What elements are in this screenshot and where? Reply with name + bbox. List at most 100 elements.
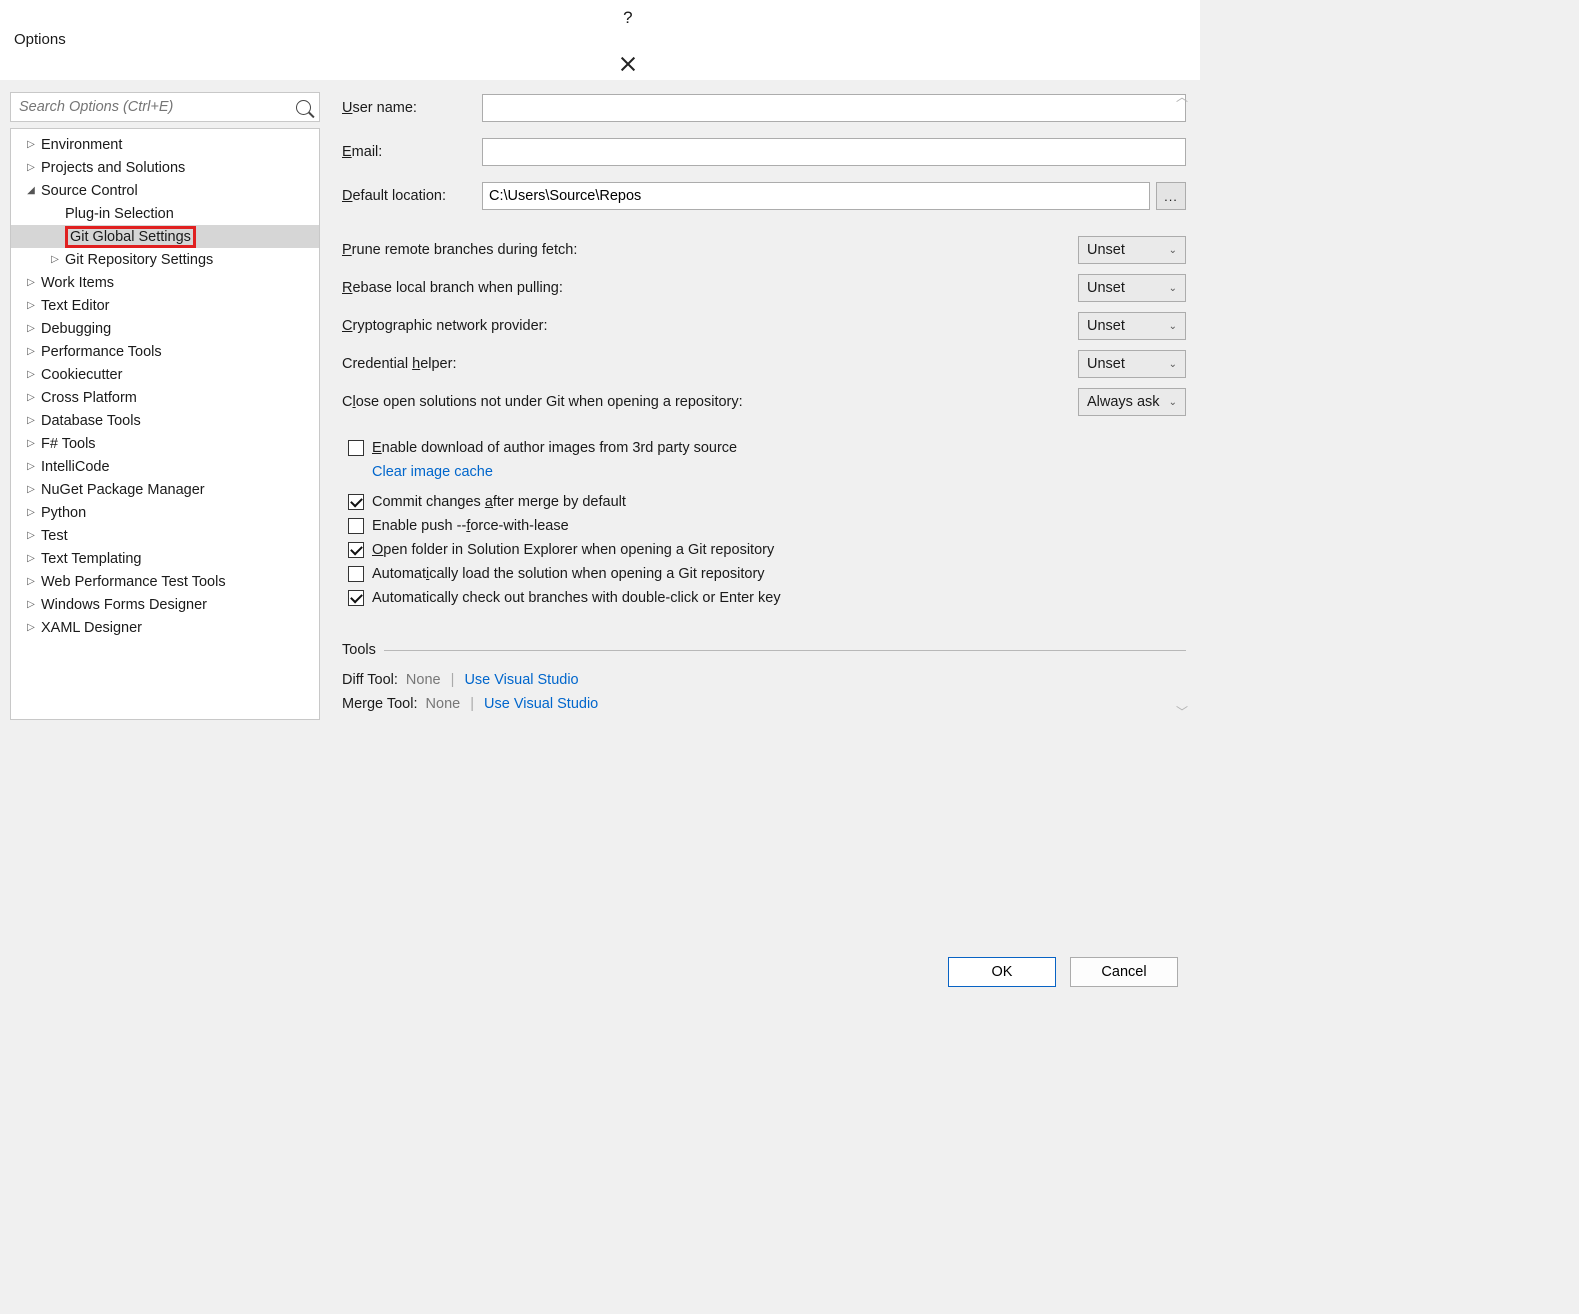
tree-item[interactable]: ◢Source Control	[11, 179, 319, 202]
cancel-button[interactable]: Cancel	[1070, 957, 1178, 987]
tree-item[interactable]: ▷ Text Templating	[11, 547, 319, 570]
tree-item-label: Git Global Settings	[65, 226, 196, 248]
tree-item-label: Plug-in Selection	[65, 206, 174, 222]
commit-after-merge-checkbox[interactable]	[348, 494, 364, 510]
chevron-down-icon: ⌄	[1169, 397, 1177, 408]
chevron-right-icon: ▷	[25, 622, 37, 633]
tree-item[interactable]: ▷ Windows Forms Designer	[11, 593, 319, 616]
chevron-right-icon: ▷	[25, 484, 37, 495]
chevron-down-icon: ⌄	[1169, 245, 1177, 256]
tree-item[interactable]: ▷ F# Tools	[11, 432, 319, 455]
tree-item[interactable]: Plug-in Selection	[11, 202, 319, 225]
default-location-label: Default location:	[342, 188, 482, 204]
tree-item[interactable]: ▷ Projects and Solutions	[11, 156, 319, 179]
tree-item-label: Cross Platform	[41, 390, 137, 406]
scroll-up-icon[interactable]: ︿	[1176, 88, 1188, 105]
tree-item[interactable]: ▷ NuGet Package Manager	[11, 478, 319, 501]
clear-image-cache-link[interactable]: Clear image cache	[372, 464, 493, 480]
chevron-right-icon: ▷	[25, 323, 37, 334]
prune-label: Prune remote branches during fetch:	[342, 242, 1078, 258]
chevron-right-icon: ▷	[25, 599, 37, 610]
close-solutions-label: Close open solutions not under Git when …	[342, 394, 1078, 410]
diff-tool-row: Diff Tool: None | Use Visual Studio	[342, 672, 1186, 688]
diff-tool-value: None	[406, 672, 441, 688]
chevron-right-icon: ▷	[25, 438, 37, 449]
close-icon[interactable]	[620, 56, 636, 72]
close-solutions-select[interactable]: Always ask⌄	[1078, 388, 1186, 416]
default-location-input[interactable]	[482, 182, 1150, 210]
options-tree[interactable]: ▷Environment▷Projects and Solutions◢Sour…	[10, 128, 320, 720]
tree-item-label: Windows Forms Designer	[41, 597, 207, 613]
chevron-right-icon: ▷	[25, 346, 37, 357]
credential-helper-label: Credential helper:	[342, 356, 1078, 372]
tree-item-label: Projects and Solutions	[41, 160, 185, 176]
email-label: Email:	[342, 144, 482, 160]
chevron-right-icon: ▷	[25, 277, 37, 288]
tree-item-label: Web Performance Test Tools	[41, 574, 226, 590]
chevron-right-icon: ▷	[25, 576, 37, 587]
tree-item[interactable]: ▷ Git Repository Settings	[11, 248, 319, 271]
tree-item[interactable]: ▷ Work Items	[11, 271, 319, 294]
tree-item[interactable]: ▷ IntelliCode	[11, 455, 319, 478]
tree-item-label: Environment	[41, 137, 122, 153]
tree-item[interactable]: ▷ Performance Tools	[11, 340, 319, 363]
tree-item[interactable]: ▷ XAML Designer	[11, 616, 319, 639]
tree-item[interactable]: ▷ Web Performance Test Tools	[11, 570, 319, 593]
tree-item-label: NuGet Package Manager	[41, 482, 205, 498]
push-force-checkbox[interactable]	[348, 518, 364, 534]
credential-helper-select[interactable]: Unset⌄	[1078, 350, 1186, 378]
chevron-right-icon: ▷	[25, 415, 37, 426]
auto-load-solution-checkbox[interactable]	[348, 566, 364, 582]
tree-item-label: Text Templating	[41, 551, 141, 567]
tree-item-label: Debugging	[41, 321, 111, 337]
browse-button[interactable]: ...	[1156, 182, 1186, 210]
tree-item-label: XAML Designer	[41, 620, 142, 636]
dialog-title: Options	[14, 31, 66, 48]
tree-item[interactable]: ▷Text Editor	[11, 294, 319, 317]
tree-item[interactable]: ▷Cross Platform	[11, 386, 319, 409]
chevron-right-icon: ▷	[25, 507, 37, 518]
chevron-right-icon: ▷	[25, 162, 37, 173]
scroll-down-icon[interactable]: ﹀	[1176, 703, 1188, 720]
chevron-right-icon: ▷	[49, 254, 61, 265]
username-label: User name:	[342, 100, 482, 116]
chevron-right-icon: ▷	[25, 553, 37, 564]
commit-after-merge-label: Commit changes after merge by default	[372, 494, 626, 510]
merge-tool-value: None	[426, 696, 461, 712]
crypto-select[interactable]: Unset⌄	[1078, 312, 1186, 340]
tree-item-label: Database Tools	[41, 413, 141, 429]
tree-item-label: Performance Tools	[41, 344, 162, 360]
author-images-checkbox[interactable]	[348, 440, 364, 456]
username-input[interactable]	[482, 94, 1186, 122]
open-folder-checkbox[interactable]	[348, 542, 364, 558]
tree-item-label: IntelliCode	[41, 459, 110, 475]
auto-checkout-checkbox[interactable]	[348, 590, 364, 606]
tree-item[interactable]: Git Global Settings	[11, 225, 319, 248]
tree-item-label: F# Tools	[41, 436, 96, 452]
diff-use-vs-link[interactable]: Use Visual Studio	[464, 672, 578, 688]
tree-item[interactable]: ▷ Debugging	[11, 317, 319, 340]
tree-item[interactable]: ▷Python	[11, 501, 319, 524]
tree-item-label: Text Editor	[41, 298, 110, 314]
titlebar: Options ?	[0, 0, 1200, 80]
tree-item[interactable]: ▷Environment	[11, 133, 319, 156]
help-button[interactable]: ?	[623, 8, 632, 28]
tree-item-label: Work Items	[41, 275, 114, 291]
auto-checkout-label: Automatically check out branches with do…	[372, 590, 781, 606]
email-input[interactable]	[482, 138, 1186, 166]
rebase-select[interactable]: Unset⌄	[1078, 274, 1186, 302]
merge-use-vs-link[interactable]: Use Visual Studio	[484, 696, 598, 712]
tree-item-label: Git Repository Settings	[65, 252, 213, 268]
tools-section-header: Tools	[342, 642, 1186, 658]
prune-select[interactable]: Unset⌄	[1078, 236, 1186, 264]
search-box[interactable]	[10, 92, 320, 122]
chevron-right-icon: ▷	[25, 369, 37, 380]
tree-item[interactable]: ▷ Database Tools	[11, 409, 319, 432]
ok-button[interactable]: OK	[948, 957, 1056, 987]
open-folder-label: Open folder in Solution Explorer when op…	[372, 542, 774, 558]
tree-item[interactable]: ▷Test	[11, 524, 319, 547]
search-input[interactable]	[17, 98, 296, 116]
chevron-right-icon: ▷	[25, 461, 37, 472]
chevron-down-icon: ⌄	[1169, 283, 1177, 294]
tree-item[interactable]: ▷Cookiecutter	[11, 363, 319, 386]
